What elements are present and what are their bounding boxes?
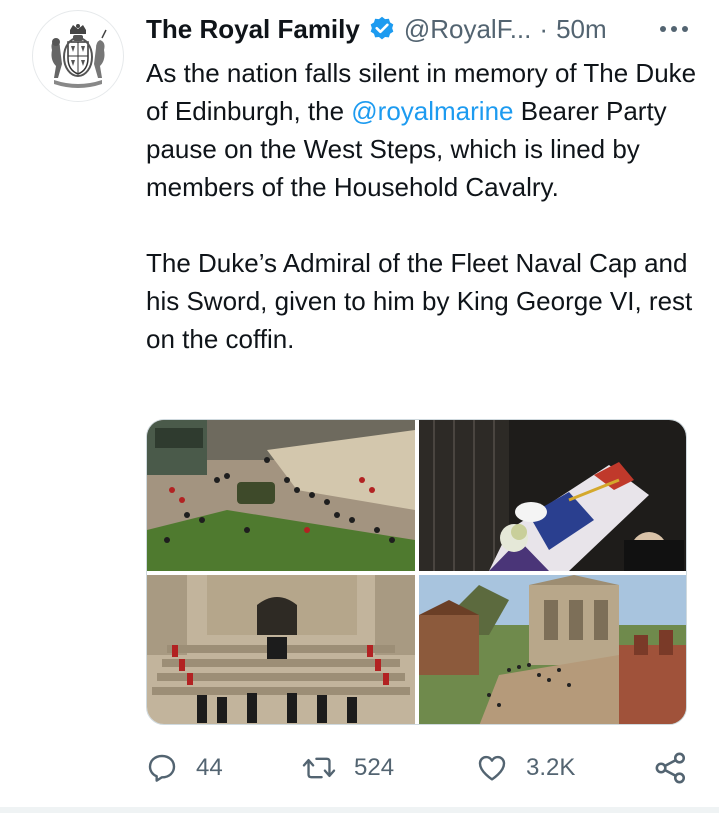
like-button[interactable]: 3.2K (476, 748, 575, 788)
quadrangle-procession-photo[interactable] (147, 420, 415, 571)
reply-icon (148, 754, 176, 782)
mention-link[interactable]: @royalmarine (351, 96, 513, 126)
tweet-header: The Royal Family @RoyalF... · 50m (146, 12, 699, 46)
reply-button[interactable]: 44 (146, 748, 223, 788)
media-grid (146, 419, 687, 725)
verified-badge-icon (368, 15, 396, 43)
tweet-text: As the nation falls silent in memory of … (146, 54, 706, 358)
share-icon (655, 752, 686, 784)
share-button[interactable] (654, 748, 688, 788)
royal-coat-of-arms-icon (51, 24, 107, 88)
retweet-icon (302, 757, 336, 779)
header-separator: · (539, 13, 549, 44)
more-options-icon[interactable] (657, 16, 691, 42)
bottom-divider (0, 807, 719, 813)
tweet-paragraph-1: As the nation falls silent in memory of … (146, 54, 706, 206)
tweet-timestamp[interactable]: 50m (556, 14, 607, 45)
avatar[interactable] (32, 10, 124, 102)
tweet-paragraph-2: The Duke’s Admiral of the Fleet Naval Ca… (146, 248, 693, 354)
like-count: 3.2K (526, 754, 576, 781)
castle-grounds-photo[interactable] (419, 575, 686, 724)
chapel-steps-photo[interactable] (147, 575, 415, 724)
author-handle[interactable]: @RoyalF... (404, 14, 532, 45)
heart-icon (478, 755, 506, 781)
retweet-button[interactable]: 524 (302, 748, 394, 788)
reply-count: 44 (196, 754, 223, 781)
tweet-actions: 44 524 3.2K (146, 748, 691, 788)
author-display-name[interactable]: The Royal Family (146, 14, 360, 45)
retweet-count: 524 (354, 754, 395, 781)
tweet[interactable]: The Royal Family @RoyalF... · 50m As the… (0, 0, 719, 813)
coffin-cap-sword-photo[interactable] (419, 420, 686, 571)
